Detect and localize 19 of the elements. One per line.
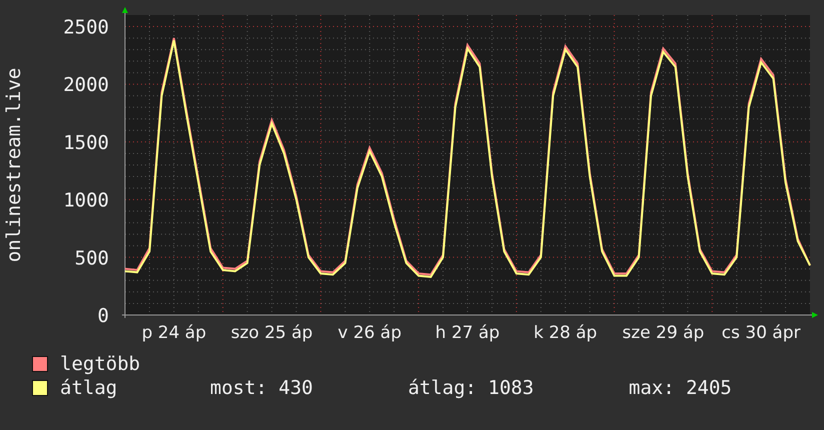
x-tick-label: v 26 áp bbox=[338, 323, 402, 343]
x-tick-label: cs 30 ápr bbox=[722, 323, 800, 343]
x-tick-label: p 24 áp bbox=[142, 323, 206, 343]
x-tick-label: sze 29 áp bbox=[622, 323, 704, 343]
y-tick-label: 500 bbox=[74, 247, 109, 270]
y-tick-label: 1500 bbox=[63, 132, 109, 154]
y-tick-label: 0 bbox=[98, 305, 109, 327]
y-tick-label: 2000 bbox=[63, 74, 109, 96]
legend-label: átlag bbox=[60, 377, 118, 399]
stat-text: most: 430 bbox=[210, 377, 313, 399]
stat-text: max: 2405 bbox=[628, 377, 732, 399]
x-tick-label: szo 25 áp bbox=[230, 323, 313, 343]
y-tick-label: 2500 bbox=[63, 16, 109, 39]
legend-label: legtöbb bbox=[60, 353, 142, 375]
x-tick-label: k 28 áp bbox=[534, 323, 598, 343]
y-axis-label: onlinestream.live bbox=[3, 68, 25, 262]
stat-text: átlag: 1083 bbox=[408, 377, 534, 399]
y-tick-label: 1000 bbox=[63, 190, 109, 212]
x-tick-label: h 27 áp bbox=[435, 323, 500, 343]
